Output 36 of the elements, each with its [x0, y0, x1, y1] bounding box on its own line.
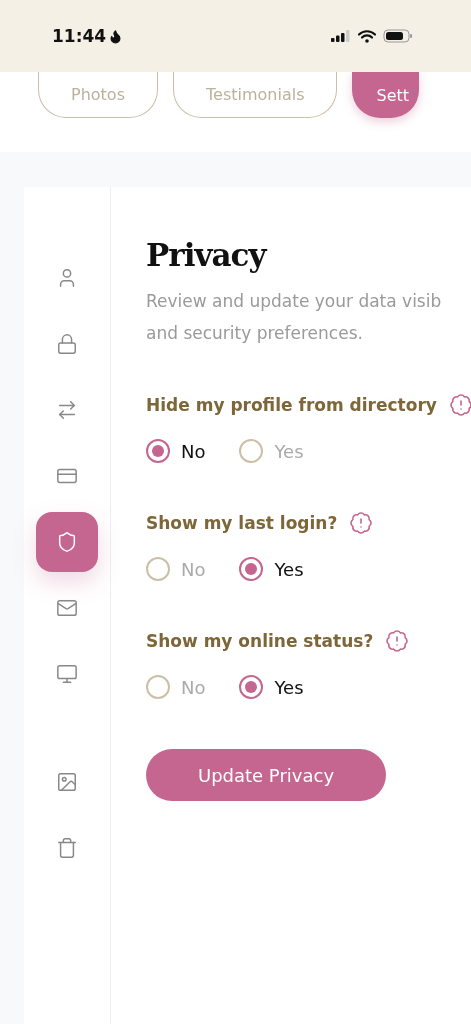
tab[interactable]: Testimonials — [173, 72, 338, 118]
wifi-icon — [358, 29, 376, 43]
sidebar-item[interactable] — [36, 512, 98, 572]
radio-button[interactable] — [146, 675, 170, 699]
option-label: No — [181, 440, 206, 462]
option-label: Yes — [274, 558, 304, 580]
info-icon[interactable] — [385, 629, 410, 653]
radio-button[interactable] — [146, 557, 170, 581]
radio-button[interactable] — [239, 439, 264, 463]
trash-icon — [56, 837, 78, 859]
radio-button[interactable] — [239, 675, 264, 699]
tab[interactable]: Photos — [38, 72, 158, 118]
tab[interactable]: Sett — [352, 72, 420, 118]
lock-icon — [56, 333, 78, 355]
radio-button[interactable] — [146, 439, 170, 463]
signal-icon — [331, 30, 351, 42]
question-label: Show my last login? — [146, 513, 338, 533]
option-label: Yes — [274, 676, 304, 698]
battery-icon — [383, 29, 413, 43]
option-label: Yes — [274, 440, 304, 462]
option-label: No — [181, 558, 206, 580]
info-icon[interactable] — [349, 511, 374, 535]
shield-icon — [56, 531, 78, 553]
question-label: Hide my profile from directory — [146, 395, 437, 415]
page-title: Privacy — [146, 237, 268, 273]
image-icon — [56, 771, 78, 793]
radio-button[interactable] — [239, 557, 264, 581]
status-time: 11:44 — [52, 26, 124, 46]
mail-icon — [56, 597, 78, 619]
option-label: No — [181, 676, 206, 698]
arrows-icon — [56, 399, 78, 421]
update-privacy-button[interactable]: Update Privacy — [146, 749, 386, 801]
monitor-icon — [56, 663, 78, 685]
info-icon[interactable] — [448, 393, 471, 417]
page-description: Review and update your data visib and security preferences. — [146, 290, 443, 345]
question-label: Show my online status? — [146, 631, 374, 651]
